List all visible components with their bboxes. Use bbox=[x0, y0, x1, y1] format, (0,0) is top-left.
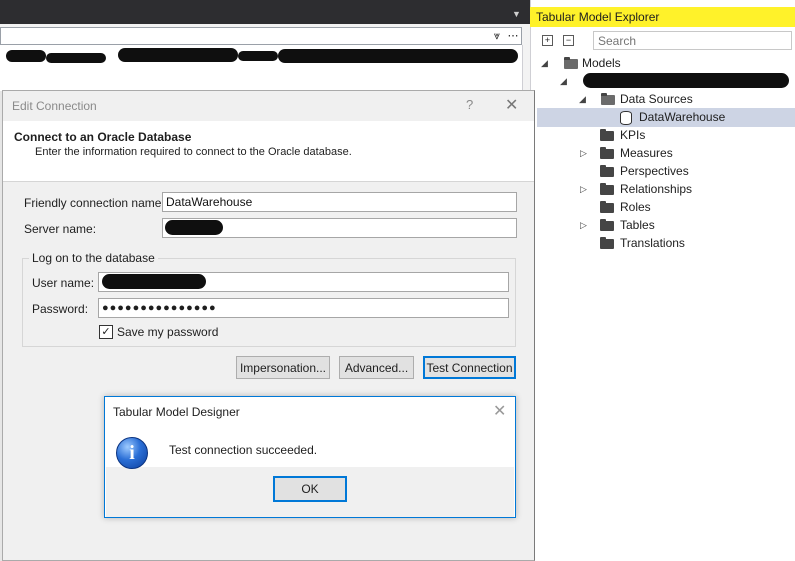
folder-icon bbox=[600, 183, 614, 195]
folder-icon bbox=[600, 147, 614, 159]
impersonation-button[interactable]: Impersonation... bbox=[236, 356, 330, 379]
friendly-name-label: Friendly connection name: bbox=[24, 196, 165, 210]
document-toolbar: ⩔ ⋯ bbox=[0, 27, 522, 45]
tree-node-data-sources[interactable]: ◢ Data Sources bbox=[578, 90, 788, 108]
tree-node-perspectives[interactable]: Perspectives bbox=[600, 162, 780, 180]
dropdown-arrow-icon[interactable]: ▼ bbox=[512, 9, 521, 19]
top-bar: ▼ bbox=[0, 0, 530, 24]
overflow-chevron-icon[interactable]: ⩔ bbox=[489, 28, 505, 44]
redaction-mark bbox=[46, 53, 106, 63]
logon-group-title: Log on to the database bbox=[29, 251, 158, 265]
user-name-field[interactable] bbox=[98, 272, 509, 292]
folder-open-icon bbox=[564, 57, 578, 69]
database-icon bbox=[620, 111, 632, 125]
ok-button[interactable]: OK bbox=[273, 476, 347, 502]
folder-icon bbox=[600, 129, 614, 141]
explorer-search-box[interactable] bbox=[593, 31, 792, 50]
password-dots: ●●●●●●●●●●●●●●● bbox=[102, 302, 217, 314]
tree-node-relationships[interactable]: ▷ Relationships bbox=[579, 180, 779, 198]
message-box-title: Tabular Model Designer bbox=[113, 405, 240, 419]
test-connection-button[interactable]: Test Connection bbox=[423, 356, 516, 379]
collapse-all-icon[interactable]: − bbox=[563, 35, 574, 46]
expand-all-icon[interactable]: + bbox=[542, 35, 553, 46]
message-text: Test connection succeeded. bbox=[169, 443, 318, 457]
save-password-checkbox[interactable]: ✓ bbox=[99, 325, 113, 339]
explorer-search-input[interactable] bbox=[594, 32, 791, 49]
tree-node-roles[interactable]: Roles bbox=[600, 198, 780, 216]
folder-icon bbox=[600, 237, 614, 249]
collapsed-arrow-icon[interactable]: ▷ bbox=[579, 180, 588, 198]
folder-open-icon bbox=[601, 93, 615, 105]
tree-node-models[interactable]: ◢ Models bbox=[540, 54, 790, 72]
close-icon[interactable]: ✕ bbox=[493, 401, 506, 421]
tree-node-datawarehouse[interactable]: DataWarehouse bbox=[618, 108, 788, 126]
explorer-title-bar: Tabular Model Explorer bbox=[530, 7, 795, 27]
tree-node-translations[interactable]: Translations bbox=[600, 234, 780, 252]
save-password-label: Save my password bbox=[117, 325, 219, 339]
info-icon: i bbox=[116, 437, 148, 469]
dialog-header: Connect to an Oracle Database Enter the … bbox=[3, 121, 534, 182]
redaction-mark bbox=[238, 51, 278, 61]
redaction-mark bbox=[278, 49, 518, 63]
password-label: Password: bbox=[32, 302, 89, 316]
tree-node-kpis[interactable]: KPIs bbox=[600, 126, 780, 144]
redaction-mark bbox=[583, 73, 789, 88]
collapsed-arrow-icon[interactable]: ▷ bbox=[579, 144, 588, 162]
friendly-name-input[interactable] bbox=[163, 193, 516, 211]
redaction-mark bbox=[165, 220, 223, 235]
close-icon[interactable]: ✕ bbox=[505, 95, 518, 115]
dialog-title: Edit Connection bbox=[12, 99, 97, 113]
folder-icon bbox=[600, 165, 614, 177]
user-name-label: User name: bbox=[32, 276, 95, 290]
tree-node-tables[interactable]: ▷ Tables bbox=[579, 216, 779, 234]
folder-icon bbox=[600, 219, 614, 231]
message-box: Tabular Model Designer ✕ i Test connecti… bbox=[104, 396, 516, 518]
friendly-name-field[interactable] bbox=[162, 192, 517, 212]
folder-icon bbox=[600, 201, 614, 213]
redaction-mark bbox=[118, 48, 238, 62]
more-options-icon[interactable]: ⋯ bbox=[505, 28, 521, 44]
dialog-subheading: Enter the information required to connec… bbox=[35, 146, 352, 158]
dialog-heading: Connect to an Oracle Database bbox=[14, 130, 192, 144]
redaction-mark bbox=[102, 274, 206, 289]
tree-node-measures[interactable]: ▷ Measures bbox=[579, 144, 779, 162]
help-icon[interactable]: ? bbox=[466, 97, 473, 112]
password-field[interactable]: ●●●●●●●●●●●●●●● bbox=[98, 298, 509, 318]
advanced-button[interactable]: Advanced... bbox=[339, 356, 414, 379]
collapsed-arrow-icon[interactable]: ▷ bbox=[579, 216, 588, 234]
expanded-arrow-icon[interactable]: ◢ bbox=[540, 54, 549, 72]
server-name-label: Server name: bbox=[24, 222, 97, 236]
explorer-title: Tabular Model Explorer bbox=[536, 10, 660, 24]
expanded-arrow-icon[interactable]: ◢ bbox=[578, 90, 587, 108]
document-pane bbox=[0, 45, 523, 91]
server-name-field[interactable] bbox=[162, 218, 517, 238]
redaction-mark bbox=[6, 50, 46, 62]
expanded-arrow-icon[interactable]: ◢ bbox=[559, 72, 568, 90]
tree-node-model-redacted[interactable]: ◢ bbox=[559, 72, 789, 90]
